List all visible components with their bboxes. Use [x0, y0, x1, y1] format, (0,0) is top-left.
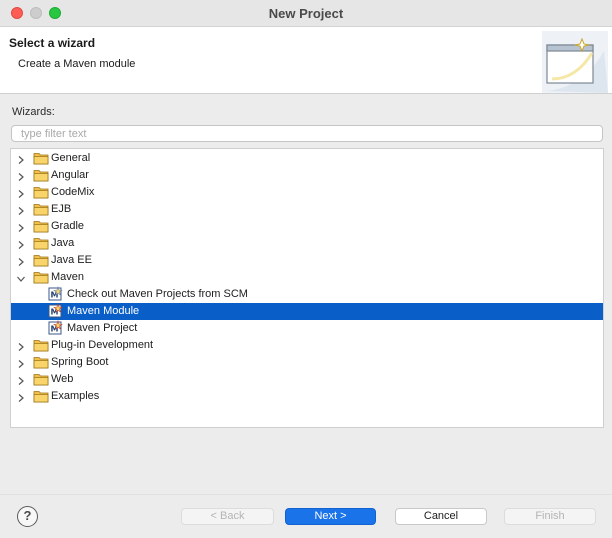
tree-item[interactable]: Maven — [11, 269, 603, 286]
chevron-right-icon[interactable] — [16, 238, 26, 249]
wizard-tree[interactable]: General Angular CodeMix EJB Gradle Java Java E… — [10, 148, 604, 428]
wizard-banner-icon — [542, 31, 608, 93]
chevron-right-icon[interactable] — [16, 391, 26, 402]
folder-icon — [33, 372, 49, 386]
window-title: New Project — [268, 6, 344, 21]
chevron-right-icon[interactable] — [16, 221, 26, 232]
tree-item-label: Spring Boot — [51, 356, 109, 368]
tree-item-label: Java — [51, 237, 75, 249]
chevron-right-icon[interactable] — [16, 340, 26, 351]
tree-item-label: Maven — [51, 271, 85, 283]
tree-item-label: Java EE — [51, 254, 92, 266]
banner-description: Create a Maven module — [18, 58, 136, 70]
finish-button[interactable]: Finish — [504, 508, 596, 525]
chevron-down-icon[interactable] — [16, 272, 26, 282]
tree-item[interactable]: M Maven Module — [11, 303, 603, 320]
folder-icon — [33, 168, 49, 182]
tree-item[interactable]: Spring Boot — [11, 354, 603, 371]
tree-item-label: Gradle — [51, 220, 85, 232]
title-bar: New Project — [0, 0, 612, 27]
maven-checkout-icon: M — [48, 286, 64, 302]
chevron-right-icon[interactable] — [16, 255, 26, 266]
tree-item[interactable]: Examples — [11, 388, 603, 405]
tree-item[interactable]: Gradle — [11, 218, 603, 235]
wizard-banner: Select a wizard Create a Maven module — [0, 27, 612, 94]
next-button[interactable]: Next > — [285, 508, 376, 525]
banner-title: Select a wizard — [9, 36, 96, 50]
folder-icon — [33, 151, 49, 165]
tree-item-label: General — [51, 152, 91, 164]
tree-item[interactable]: M Check out Maven Projects from SCM — [11, 286, 603, 303]
tree-item-label: Web — [51, 373, 74, 385]
folder-icon — [33, 338, 49, 352]
tree-item[interactable]: CodeMix — [11, 184, 603, 201]
tree-item[interactable]: Web — [11, 371, 603, 388]
folder-icon — [33, 202, 49, 216]
help-button[interactable]: ? — [17, 506, 38, 527]
tree-item-label: Angular — [51, 169, 89, 181]
tree-item-label: Maven Module — [67, 305, 140, 317]
chevron-right-icon[interactable] — [16, 170, 26, 181]
chevron-right-icon[interactable] — [16, 187, 26, 198]
divider — [0, 494, 612, 495]
maven-module-icon: M — [48, 303, 64, 319]
tree-item-label: EJB — [51, 203, 72, 215]
chevron-right-icon[interactable] — [16, 153, 26, 164]
folder-icon — [33, 389, 49, 403]
tree-item[interactable]: Java EE — [11, 252, 603, 269]
maven-project-icon: M — [48, 320, 64, 336]
wizards-label: Wizards: — [12, 106, 55, 118]
back-button[interactable]: < Back — [181, 508, 274, 525]
folder-icon — [33, 270, 49, 284]
folder-icon — [33, 219, 49, 233]
folder-icon — [33, 355, 49, 369]
new-project-dialog: New Project Select a wizard Create a Mav… — [0, 0, 612, 538]
tree-item[interactable]: Plug-in Development — [11, 337, 603, 354]
folder-icon — [33, 236, 49, 250]
folder-icon — [33, 253, 49, 267]
chevron-right-icon[interactable] — [16, 357, 26, 368]
tree-item-label: CodeMix — [51, 186, 95, 198]
tree-item[interactable]: EJB — [11, 201, 603, 218]
cancel-button[interactable]: Cancel — [395, 508, 487, 525]
tree-item-label: Plug-in Development — [51, 339, 154, 351]
tree-item-label: Check out Maven Projects from SCM — [67, 288, 248, 300]
folder-icon — [33, 185, 49, 199]
tree-item-label: Maven Project — [67, 322, 138, 334]
tree-item[interactable]: Java — [11, 235, 603, 252]
tree-item[interactable]: General — [11, 150, 603, 167]
tree-item[interactable]: M Maven Project — [11, 320, 603, 337]
chevron-right-icon[interactable] — [16, 204, 26, 215]
chevron-right-icon[interactable] — [16, 374, 26, 385]
tree-item-label: Examples — [51, 390, 100, 402]
tree-item[interactable]: Angular — [11, 167, 603, 184]
filter-input[interactable] — [11, 125, 603, 142]
